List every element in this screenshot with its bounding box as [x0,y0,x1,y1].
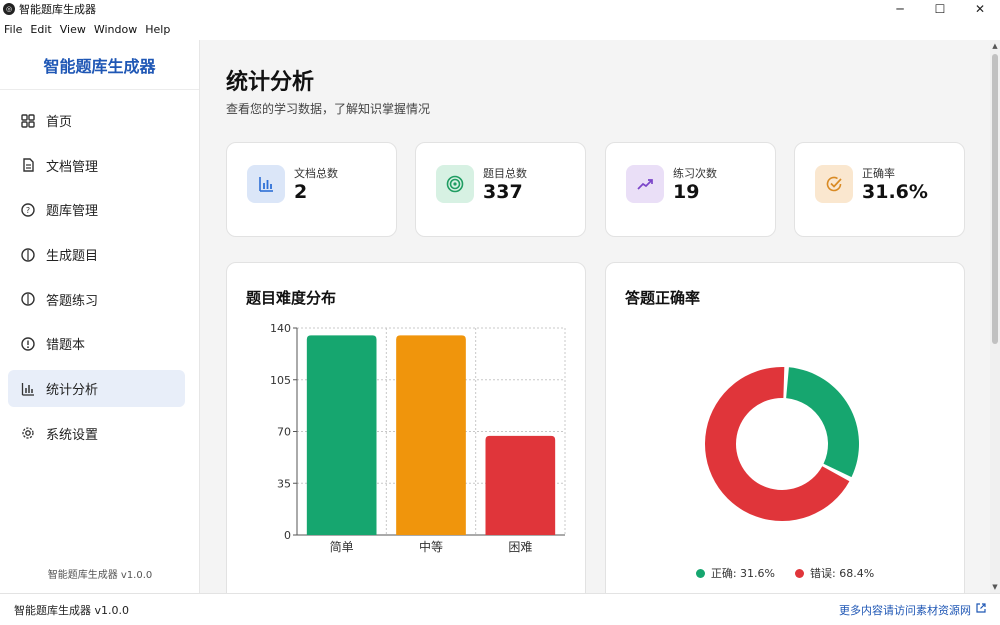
target-icon [436,165,474,203]
lightbulb-icon [20,247,36,263]
status-version: 智能题库生成器 v1.0.0 [14,603,129,617]
window-title: 智能题库生成器 [19,3,96,16]
y-tick-label: 105 [270,374,291,387]
resource-link-label: 更多内容请访问素材资源网 [839,603,971,617]
close-button[interactable]: ✕ [960,0,1000,18]
sidebar-nav: 首页 文档管理 ? 题库管理 生成题目 答题练习 错题本 统计分析 系统设置 [0,90,199,452]
sidebar-item-label: 系统设置 [46,427,99,443]
y-tick-label: 0 [284,529,291,542]
stat-card-documents: 文档总数 2 [226,142,397,237]
title-bar: ◎ 智能题库生成器 ─ ☐ ✕ [0,0,1000,18]
sidebar-item-label: 生成题目 [46,249,99,265]
y-tick-label: 140 [270,322,291,335]
bar [485,435,556,535]
legend-item-wrong: 错误: 68.4% [795,565,874,581]
difficulty-bar-chart: 0 35 70 105 140 简单 中等 困难 [270,322,566,554]
stat-label: 题目总数 [483,167,527,180]
document-icon [20,157,36,173]
status-bar: 智能题库生成器 v1.0.0 更多内容请访问素材资源网 [0,593,1000,625]
difficulty-panel-title: 题目难度分布 [246,289,337,307]
stat-card-questions: 题目总数 337 [415,142,586,237]
menu-view[interactable]: View [56,23,90,36]
bar-chart-icon [20,381,36,397]
bar [306,335,377,535]
sidebar-item-practice[interactable]: 答题练习 [8,281,185,318]
stat-value: 19 [673,181,700,203]
vertical-scrollbar[interactable]: ▲ ▼ [990,40,1000,593]
sidebar-item-statistics[interactable]: 统计分析 [8,370,185,408]
app-logo-icon: ◎ [3,3,15,15]
sidebar: 智能题库生成器 首页 文档管理 ? 题库管理 生成题目 答题练习 错题本 统计分… [0,40,200,593]
sidebar-item-mistakes[interactable]: 错题本 [8,325,185,362]
sidebar-item-question-bank[interactable]: ? 题库管理 [8,191,185,228]
bar [396,335,466,535]
question-icon: ? [20,202,36,218]
main-content: 统计分析 查看您的学习数据，了解知识掌握情况 文档总数 2 题目总数 337 练… [200,40,990,593]
window-controls: ─ ☐ ✕ [880,0,1000,18]
accuracy-panel-title: 答题正确率 [625,289,701,307]
external-link-icon [976,603,986,616]
y-tick-label: 70 [277,426,291,439]
menu-bar: File Edit View Window Help [0,18,1000,40]
pie-slice [786,367,859,478]
page-subtitle: 查看您的学习数据，了解知识掌握情况 [226,102,431,116]
stat-card-accuracy: 正确率 31.6% [794,142,965,237]
menu-file[interactable]: File [0,23,26,36]
scroll-thumb[interactable] [992,54,998,344]
x-tick-label: 中等 [419,539,443,554]
y-tick-label: 35 [277,477,291,490]
legend-dot [795,568,804,578]
sidebar-version: 智能题库生成器 v1.0.0 [47,570,153,581]
sidebar-item-documents[interactable]: 文档管理 [8,147,185,184]
menu-help[interactable]: Help [141,23,174,36]
menu-window[interactable]: Window [90,23,141,36]
check-circle-icon [815,165,853,203]
stat-label: 练习次数 [673,167,717,180]
stat-label: 文档总数 [294,167,338,180]
page-title: 统计分析 [226,70,315,95]
scroll-up-arrow-icon[interactable]: ▲ [990,40,1000,52]
bar-chart-icon [247,165,285,203]
sidebar-item-label: 首页 [46,115,73,130]
lightbulb-icon [20,291,36,307]
sidebar-item-label: 错题本 [46,338,86,354]
stat-label: 正确率 [862,167,895,180]
accuracy-panel: 答题正确率 正确: 31.6% 错误: 68.4% [605,262,965,593]
resource-link[interactable]: 更多内容请访问素材资源网 [839,602,986,618]
accuracy-legend: 正确: 31.6% 错误: 68.4% [606,565,964,581]
stat-value: 2 [294,181,308,203]
scroll-down-arrow-icon[interactable]: ▼ [990,581,1000,593]
accuracy-donut-chart [705,367,859,521]
svg-text:?: ? [26,206,30,215]
legend-dot [695,568,705,578]
menu-edit[interactable]: Edit [26,23,55,36]
sidebar-item-settings[interactable]: 系统设置 [8,415,185,452]
sidebar-item-home[interactable]: 首页 [8,102,185,139]
minimize-button[interactable]: ─ [880,0,920,18]
sidebar-item-label: 文档管理 [46,159,99,175]
maximize-button[interactable]: ☐ [920,0,960,18]
trend-up-icon [626,165,664,203]
legend-item-correct: 正确: 31.6% [695,565,775,581]
grid-icon [20,113,36,129]
sidebar-item-generate[interactable]: 生成题目 [8,236,185,273]
x-tick-label: 简单 [330,540,354,554]
stat-card-practice: 练习次数 19 [605,142,776,237]
difficulty-panel: 题目难度分布 0 35 70 105 140 简单 中等 困难 [226,262,586,593]
legend-label: 正确: 31.6% [710,567,775,580]
sidebar-item-label: 题库管理 [46,204,99,220]
legend-label: 错误: 68.4% [810,567,875,580]
x-tick-label: 困难 [508,540,532,554]
alert-icon [20,336,36,352]
sidebar-item-label: 答题练习 [46,293,99,309]
stat-value: 31.6% [862,181,928,203]
sidebar-item-label: 统计分析 [46,383,99,399]
gear-icon [20,425,36,441]
stat-value: 337 [483,181,523,203]
sidebar-brand: 智能题库生成器 [0,40,199,90]
